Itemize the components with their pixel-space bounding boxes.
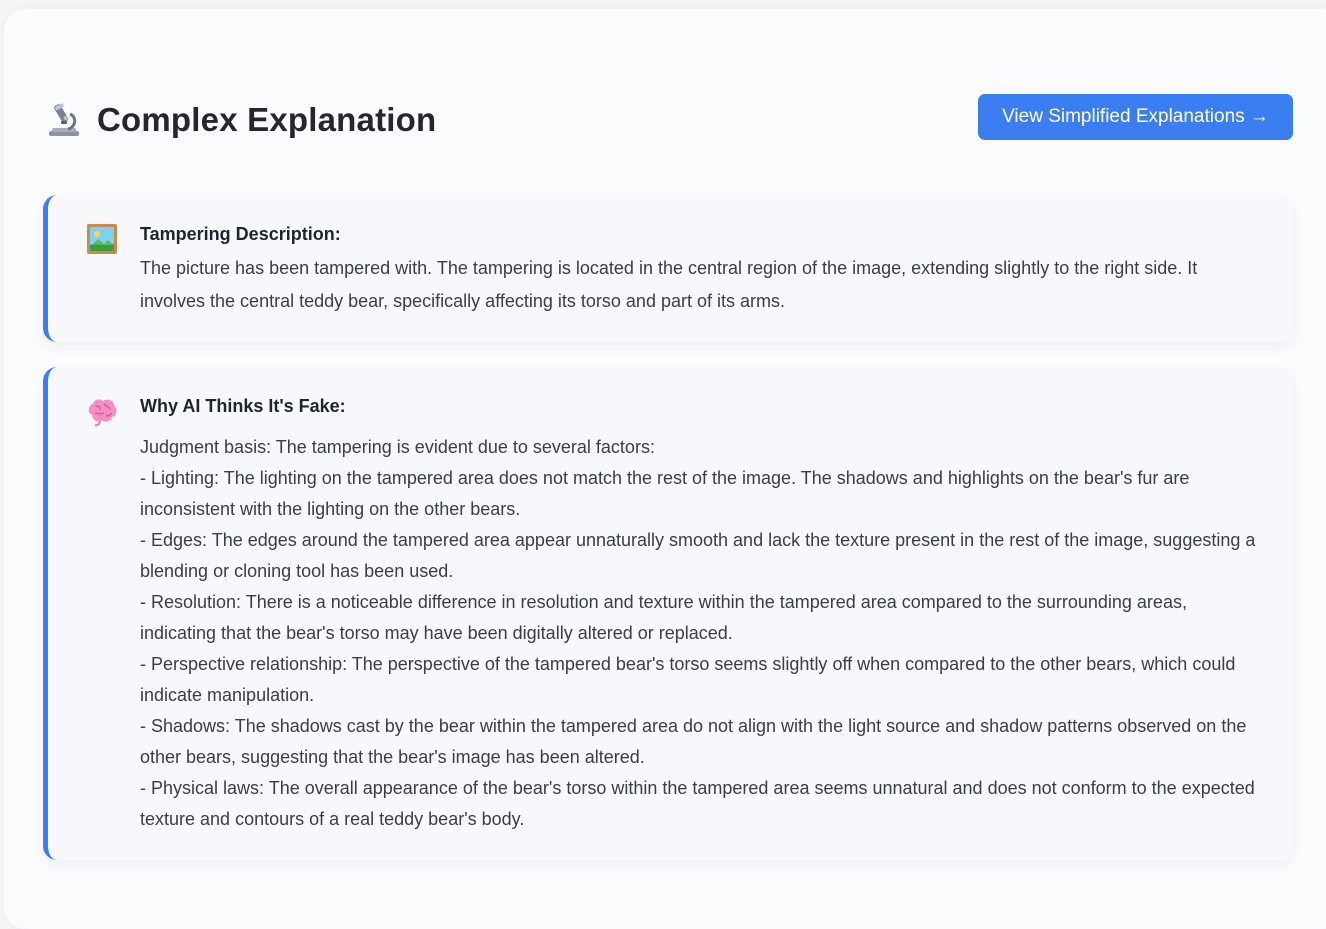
microscope-icon <box>49 103 79 136</box>
why-body: Judgment basis: The tampering is evident… <box>140 432 1265 835</box>
judgment-basis-line: Judgment basis: The tampering is evident… <box>140 437 655 457</box>
lighting-line: - Lighting: The lighting on the tampered… <box>140 468 1190 519</box>
view-simplified-explanations-button[interactable]: View Simplified Explanations → <box>978 94 1293 140</box>
header: Complex Explanation View Simplified Expl… <box>46 94 1293 144</box>
physical-laws-line: - Physical laws: The overall appearance … <box>140 778 1255 829</box>
title-wrap: Complex Explanation <box>46 98 436 142</box>
framed-picture-icon <box>87 224 117 254</box>
why-ai-thinks-fake-card: Why AI Thinks It's Fake: Judgment basis:… <box>43 367 1293 860</box>
tampering-description-card: Tampering Description: The picture has b… <box>43 195 1293 342</box>
tampering-heading: Tampering Description: <box>140 224 341 244</box>
shadows-line: - Shadows: The shadows cast by the bear … <box>140 716 1247 767</box>
page-title: Complex Explanation <box>97 101 437 138</box>
edges-line: - Edges: The edges around the tampered a… <box>140 530 1256 581</box>
tampering-text: The picture has been tampered with. The … <box>140 258 1198 311</box>
brain-icon <box>88 399 117 427</box>
resolution-line: - Resolution: There is a noticeable diff… <box>140 592 1187 643</box>
perspective-line: - Perspective relationship: The perspect… <box>140 654 1236 705</box>
why-heading: Why AI Thinks It's Fake: <box>140 396 346 416</box>
